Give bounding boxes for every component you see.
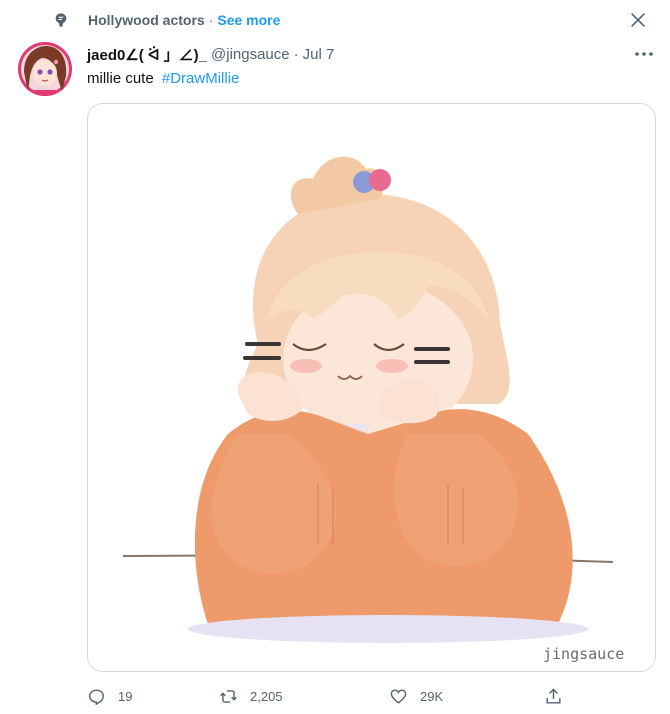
tweet-date[interactable]: Jul 7	[303, 46, 335, 63]
tweet-image[interactable]: jingsauce	[87, 103, 656, 672]
author-name[interactable]: jaed0∠( ᐛ 」∠)_	[87, 44, 207, 65]
illustration: jingsauce	[88, 104, 655, 671]
like-count: 29K	[420, 688, 444, 704]
topic-icon	[55, 13, 67, 27]
share-button[interactable]	[544, 687, 563, 706]
like-button[interactable]: 29K	[389, 687, 443, 706]
see-more-link[interactable]: See more	[217, 12, 280, 28]
reply-button[interactable]: 19	[87, 687, 132, 706]
tweet-actions: 19 2,205 29K	[87, 684, 567, 708]
tweet-text: millie cute #DrawMillie	[87, 70, 239, 87]
like-icon	[390, 688, 407, 704]
hashtag-link[interactable]: #DrawMillie	[162, 70, 240, 87]
tweet-body: millie cute	[87, 70, 154, 87]
close-icon[interactable]	[628, 10, 648, 30]
reply-count: 19	[118, 688, 133, 704]
context-separator: ·	[208, 12, 214, 28]
retweet-button[interactable]: 2,205	[219, 687, 283, 706]
tweet-header: jaed0∠( ᐛ 」∠)_ @jingsauce · Jul 7	[87, 44, 334, 65]
topic-label[interactable]: Hollywood actors	[88, 12, 205, 28]
avatar[interactable]	[18, 42, 72, 96]
reply-icon	[89, 688, 104, 705]
author-handle[interactable]: @jingsauce	[211, 46, 290, 63]
header-separator: ·	[293, 46, 299, 63]
more-icon[interactable]	[632, 46, 656, 62]
artist-signature: jingsauce	[543, 645, 624, 663]
retweet-icon	[220, 689, 237, 703]
share-icon	[546, 687, 561, 704]
retweet-count: 2,205	[250, 688, 283, 704]
topic-context: Hollywood actors · See more	[88, 10, 280, 30]
